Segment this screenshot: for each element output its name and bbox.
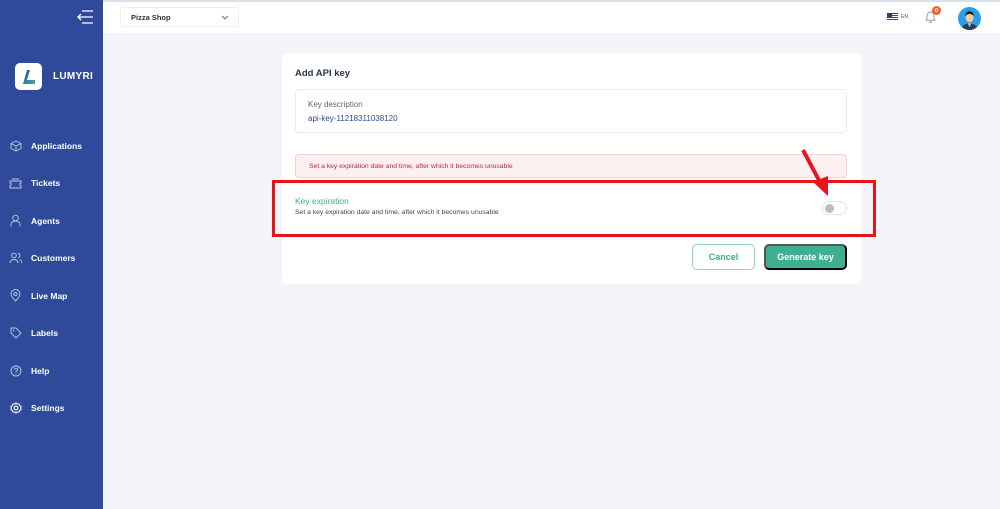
add-api-key-card: Add API key Key description api-key-1121…	[282, 53, 861, 284]
key-expiration-description: Set a key expiration date and time, afte…	[295, 209, 499, 216]
sidebar-item-live-map[interactable]: Live Map	[0, 277, 103, 315]
ticket-icon	[9, 177, 22, 190]
tag-icon	[9, 327, 22, 340]
key-description-value[interactable]: api-key-11218311038120	[308, 114, 834, 123]
brand[interactable]: LUMYRI	[15, 63, 93, 90]
key-expiration-title: Key expiration	[295, 196, 349, 206]
sidebar-item-tickets[interactable]: Tickets	[0, 165, 103, 203]
notifications-button[interactable]: 0	[925, 6, 941, 26]
sidebar-item-label: Customers	[31, 253, 76, 264]
topbar: Pizza Shop EN 0	[103, 0, 1000, 33]
agent-icon	[9, 214, 22, 227]
sidebar-item-customers[interactable]: Customers	[0, 240, 103, 278]
key-expiration-toggle[interactable]	[822, 201, 847, 215]
shop-select-value: Pizza Shop	[131, 12, 171, 22]
expiration-alert: Set a key expiration date and time, afte…	[295, 154, 847, 178]
users-icon	[9, 252, 22, 265]
sidebar-item-label: Applications	[31, 140, 83, 151]
brand-name: LUMYRI	[53, 71, 94, 82]
key-description-label: Key description	[308, 100, 363, 109]
sidebar-item-labels[interactable]: Labels	[0, 315, 103, 353]
sidebar-item-settings[interactable]: Settings	[0, 390, 103, 428]
logo-icon	[15, 63, 42, 90]
sidebar-item-label: Agents	[31, 215, 60, 226]
card-title: Add API key	[295, 68, 351, 79]
chevron-down-icon	[221, 13, 229, 22]
us-flag-icon	[887, 13, 898, 20]
map-pin-icon	[9, 289, 22, 302]
sidebar-item-agents[interactable]: Agents	[0, 202, 103, 240]
key-expiration-row: Key expiration Set a key expiration date…	[295, 194, 847, 236]
sidebar-item-label: Tickets	[31, 178, 61, 189]
shop-select[interactable]: Pizza Shop	[120, 7, 239, 27]
cancel-button[interactable]: Cancel	[692, 244, 755, 270]
language-selector[interactable]: EN	[887, 13, 908, 20]
generate-key-button[interactable]: Generate key	[764, 244, 847, 270]
toggle-knob	[825, 204, 834, 213]
collapse-sidebar-icon[interactable]	[76, 10, 94, 24]
gear-icon	[9, 402, 22, 415]
key-description-field[interactable]: Key description api-key-11218311038120	[295, 89, 847, 133]
sidebar-item-label: Help	[31, 365, 50, 376]
language-label: EN	[901, 13, 908, 20]
sidebar: LUMYRI Applications Tickets Agents Custo…	[0, 0, 103, 509]
help-icon	[9, 364, 22, 377]
user-avatar[interactable]	[958, 7, 981, 30]
sidebar-item-label: Live Map	[31, 290, 68, 301]
cube-icon	[9, 139, 22, 152]
sidebar-nav: Applications Tickets Agents Customers Li…	[0, 127, 103, 427]
sidebar-item-applications[interactable]: Applications	[0, 127, 103, 165]
notification-count-badge: 0	[932, 6, 941, 15]
sidebar-item-label: Settings	[31, 403, 65, 414]
sidebar-item-label: Labels	[31, 328, 58, 339]
sidebar-item-help[interactable]: Help	[0, 352, 103, 390]
